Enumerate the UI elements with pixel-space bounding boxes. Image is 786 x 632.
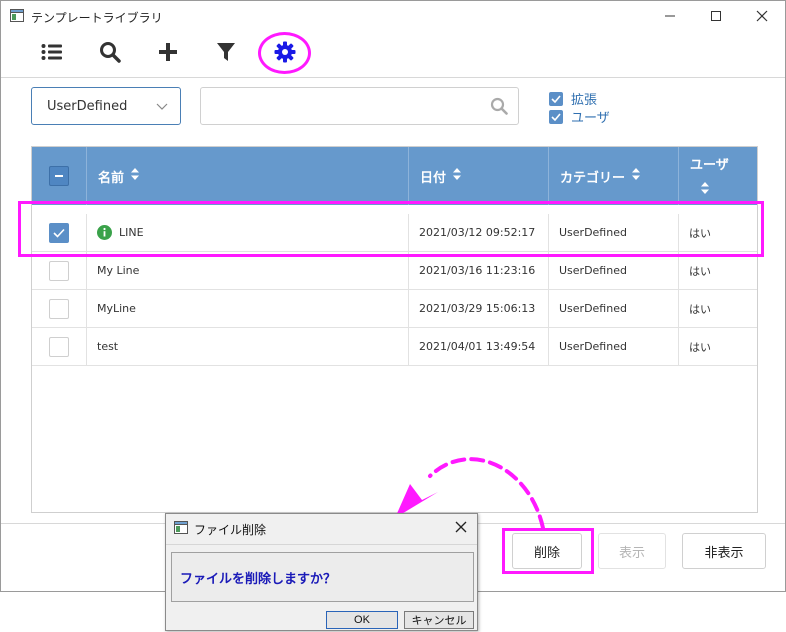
table-row[interactable]: My Line 2021/03/16 11:23:16 UserDefined …: [32, 252, 757, 290]
show-button[interactable]: 表示: [598, 533, 666, 569]
chevron-down-icon: [156, 100, 168, 115]
window-title: テンプレートライブラリ: [31, 11, 163, 25]
column-header-category[interactable]: カテゴリー: [549, 147, 679, 205]
table-row[interactable]: test 2021/04/01 13:49:54 UserDefined はい: [32, 328, 757, 366]
row-category: UserDefined: [549, 290, 679, 327]
extension-filter[interactable]: 拡張: [549, 89, 597, 108]
maximize-button[interactable]: [693, 1, 739, 31]
search-field: [200, 87, 519, 125]
dialog-ok-button[interactable]: OK: [326, 611, 398, 629]
user-filter[interactable]: ユーザ: [549, 107, 610, 126]
toolbar: [1, 33, 785, 75]
select-all-cell: [32, 147, 87, 205]
row-checkbox[interactable]: [49, 336, 69, 357]
search-icon[interactable]: [490, 97, 508, 118]
template-type-select[interactable]: UserDefined: [31, 87, 181, 125]
column-header-date[interactable]: 日付: [409, 147, 549, 205]
sort-icon: [452, 167, 462, 185]
minimize-button[interactable]: [647, 1, 693, 31]
add-button[interactable]: [148, 33, 188, 73]
extension-checkbox-label: 拡張: [571, 93, 598, 108]
row-name: My Line: [87, 252, 409, 289]
row-category: UserDefined: [549, 328, 679, 365]
user-checkbox-label: ユーザ: [571, 111, 610, 126]
filter-icon: [216, 42, 236, 65]
table-header: 名前 日付 カテゴリー ユーザ: [32, 147, 757, 205]
search-button[interactable]: [90, 33, 130, 73]
row-user: はい: [689, 302, 711, 316]
row-date: 2021/03/16 11:23:16: [409, 252, 549, 289]
dialog-close-icon[interactable]: [454, 520, 468, 537]
hide-button[interactable]: 非表示: [682, 533, 766, 569]
row-checkbox[interactable]: [49, 260, 69, 281]
dialog-title-divider: [166, 544, 477, 545]
plus-icon: [158, 42, 178, 65]
search-icon: [99, 41, 121, 66]
sort-icon: [631, 167, 641, 185]
dialog-window-icon: [174, 521, 188, 537]
column-header-name[interactable]: 名前: [87, 147, 409, 205]
selected-row-highlight: [18, 201, 764, 257]
row-date: 2021/03/29 15:06:13: [409, 290, 549, 327]
table-row[interactable]: MyLine 2021/03/29 15:06:13 UserDefined は…: [32, 290, 757, 328]
dialog-message: ファイルを削除しますか？: [171, 552, 474, 602]
title-bar[interactable]: テンプレートライブラリ: [1, 1, 785, 31]
user-checkbox[interactable]: [549, 109, 563, 124]
toolbar-divider: [1, 77, 785, 78]
row-name: test: [87, 328, 409, 365]
filter-button[interactable]: [206, 33, 246, 73]
close-button[interactable]: [739, 1, 785, 31]
row-user: はい: [689, 264, 711, 278]
select-all-checkbox[interactable]: [49, 166, 69, 186]
dialog-cancel-button[interactable]: キャンセル: [404, 611, 474, 629]
sort-icon: [700, 181, 710, 199]
extension-checkbox[interactable]: [549, 91, 563, 106]
sort-icon: [130, 167, 140, 185]
list-view-button[interactable]: [32, 33, 72, 73]
row-checkbox[interactable]: [49, 298, 69, 319]
dialog-title: ファイル削除: [194, 523, 267, 537]
delete-confirm-dialog: ファイル削除 ファイルを削除しますか？ OK キャンセル: [165, 513, 478, 631]
row-date: 2021/04/01 13:49:54: [409, 328, 549, 365]
app-window-icon: [10, 9, 24, 25]
template-type-value: UserDefined: [47, 98, 128, 114]
row-user: はい: [689, 340, 711, 354]
row-category: UserDefined: [549, 252, 679, 289]
search-input[interactable]: [209, 96, 479, 116]
row-name: MyLine: [87, 290, 409, 327]
column-header-user[interactable]: ユーザ: [679, 147, 757, 205]
list-icon: [41, 43, 63, 64]
settings-highlight-ring: [258, 32, 311, 74]
